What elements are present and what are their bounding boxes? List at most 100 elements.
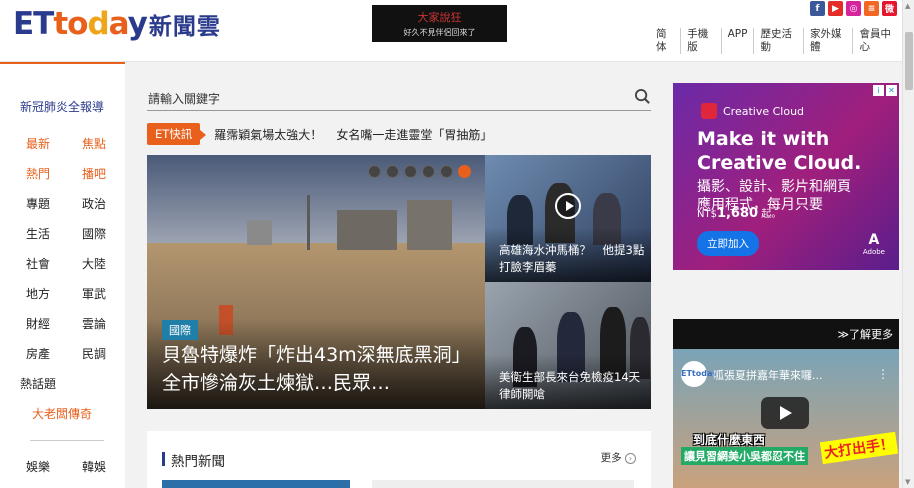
ad-close-icon[interactable]: ✕ [886, 85, 897, 96]
scroll-down-icon[interactable]: ▼ [905, 478, 910, 486]
slider-dots [368, 165, 471, 178]
hot-news-section: 熱門新聞 更多 › [147, 431, 651, 488]
site-logo[interactable]: ET today 新聞雲 [13, 4, 221, 44]
adobe-icon: A [868, 232, 880, 248]
flash-headline-1[interactable]: 羅霈穎氣場太強大！ [214, 126, 322, 143]
side-story-title[interactable]: 高雄海水沖馬桶？ 他提3點打臉李眉蓁 [499, 242, 649, 276]
ad-brand: Creative Cloud [701, 103, 804, 119]
nav-mobile[interactable]: 手機版 [681, 28, 722, 54]
header-ad-banner[interactable]: 大家說狂 好久不見伴侶回來了 [372, 5, 507, 42]
ad-info-icon[interactable]: i [873, 85, 884, 96]
adobe-label: Adobe [862, 248, 885, 256]
ad-headline: Make it with Creative Cloud. [697, 127, 861, 175]
sidebar-grid: 最新 焦點 熱門 播吧 專題 政治 生活 國際 社會 大陸 地方 軍武 財經 雲論 房產 民調 … [20, 128, 106, 488]
weibo-icon[interactable]: 微 [882, 1, 897, 16]
hot-news-thumbnail[interactable] [162, 480, 350, 488]
sidebar-item-latest[interactable]: 最新 [26, 135, 50, 152]
et-flash-news: ET快訊 羅霈穎氣場太強大！ 女名嘴一走進靈堂「胃抽筋」 [147, 123, 492, 145]
sidebar-item-china[interactable]: 大陸 [82, 255, 106, 272]
instagram-icon[interactable]: ◎ [846, 1, 861, 16]
slider-dot[interactable] [422, 165, 435, 178]
hero-image-silo [337, 210, 397, 250]
page-scrollbar[interactable]: ▲ ▼ [902, 0, 914, 488]
ad-headline-1: Make it with [697, 128, 830, 150]
sidebar-item-boss-legend[interactable]: 大老闆傳奇 [32, 398, 106, 428]
sidebar-item-politics[interactable]: 政治 [82, 195, 106, 212]
hero-story[interactable]: 國際 貝魯特爆炸「炸出43m深無底黑洞」 全市慘淪灰土煉獄…民眾… [147, 155, 485, 409]
slider-dot[interactable] [440, 165, 453, 178]
sidebar-item-entertainment[interactable]: 娛樂 [26, 458, 50, 475]
nav-app[interactable]: APP [722, 28, 755, 54]
ad-join-button[interactable]: 立即加入 [697, 231, 759, 256]
price-prefix: NT$ [697, 209, 717, 220]
more-label: 更多 [600, 452, 622, 464]
logo-et: ET [13, 6, 54, 42]
rss-icon[interactable]: ≡ [864, 1, 879, 16]
hero-image-building [247, 220, 272, 245]
adobe-logo: A Adobe [863, 232, 885, 256]
nav-outdoor-media[interactable]: 家外媒體 [804, 28, 854, 54]
sidebar-item-local[interactable]: 地方 [26, 285, 50, 302]
search-icon[interactable] [634, 88, 651, 105]
ad-price: NT$1,680 起。 [697, 205, 781, 221]
sidebar-item-finance[interactable]: 財經 [26, 315, 50, 332]
youtube-icon[interactable]: ▶ [828, 1, 843, 16]
more-options-icon[interactable]: ⋮ [877, 367, 889, 381]
play-video-icon[interactable] [555, 193, 581, 219]
side-story-2[interactable]: 美衛生部長來台免檢疫14天 律師開嗆 [485, 282, 651, 409]
sidebar-item-hot[interactable]: 熱門 [26, 165, 50, 182]
et-flash-tag: ET快訊 [147, 123, 207, 145]
sidebar-item-international[interactable]: 國際 [82, 225, 106, 242]
slider-dot[interactable] [404, 165, 417, 178]
slider-dot[interactable] [386, 165, 399, 178]
video-title[interactable]: 呱張夏拼嘉年華來囉... [713, 367, 823, 383]
video-more-link[interactable]: ≫了解更多 [837, 326, 893, 342]
channel-avatar[interactable]: ETtoday [681, 361, 717, 387]
hot-news-title: 熱門新聞 [171, 454, 225, 470]
side-story-title[interactable]: 美衛生部長來台免檢疫14天 律師開嗆 [499, 369, 651, 403]
hot-news-more-link[interactable]: 更多 › [601, 450, 636, 465]
creative-cloud-logo-icon [701, 103, 717, 119]
sidebar-item-opinion[interactable]: 雲論 [82, 315, 106, 332]
category-sidebar: 新冠肺炎全報導 最新 焦點 熱門 播吧 專題 政治 生活 國際 社會 大陸 地方 軍武 財經… [0, 62, 125, 488]
banner-line2: 好久不見伴侶回來了 [403, 28, 476, 37]
hero-title[interactable]: 貝魯特爆炸「炸出43m深無底黑洞」 全市慘淪灰土煉獄…民眾… [162, 341, 480, 397]
sidebar-divider [30, 440, 104, 441]
sidebar-item-korea-ent[interactable]: 韓娛 [82, 458, 106, 475]
hero-image-crane [307, 195, 310, 250]
ad-brand-name: Creative Cloud [723, 104, 805, 118]
sidebar-item-life[interactable]: 生活 [26, 225, 50, 242]
hot-news-thumbnail[interactable] [372, 480, 634, 488]
scroll-thumb[interactable] [905, 32, 913, 90]
search-input[interactable]: 請輸入關鍵字 [148, 92, 220, 106]
nav-events[interactable]: 歷史活動 [754, 28, 804, 54]
facebook-icon[interactable]: f [810, 1, 825, 16]
sidebar-item-property[interactable]: 房產 [26, 345, 50, 362]
sidebar-item-focus[interactable]: 焦點 [82, 135, 106, 152]
flash-headline-2[interactable]: 女名嘴一走進靈堂「胃抽筋」 [336, 126, 492, 143]
nav-member-center[interactable]: 會員中心 [853, 28, 902, 54]
sidebar-item-hot-topics[interactable]: 熱話題 [20, 368, 106, 398]
creative-cloud-ad[interactable]: i ✕ Creative Cloud Make it with Creative … [673, 83, 899, 270]
side-story-1[interactable]: 高雄海水沖馬桶？ 他提3點打臉李眉蓁 [485, 155, 651, 282]
sidebar-item-special[interactable]: 專題 [26, 195, 50, 212]
site-header: ET today 新聞雲 大家說狂 好久不見伴侶回來了 f ▶ ◎ ≡ 微 简体… [0, 0, 902, 62]
sidebar-item-society[interactable]: 社會 [26, 255, 50, 272]
sidebar-item-broadcast[interactable]: 播吧 [82, 165, 106, 182]
logo-today: today [53, 6, 148, 42]
video-caption-1: 到底什麼東西 [693, 433, 766, 447]
hero-image-ruins [407, 200, 452, 250]
sidebar-item-poll[interactable]: 民調 [82, 345, 106, 362]
sidebar-item-covid[interactable]: 新冠肺炎全報導 [20, 98, 104, 115]
logo-chinese: 新聞雲 [148, 14, 221, 40]
hero-category-badge[interactable]: 國際 [162, 320, 198, 340]
ad-headline-2: Creative Cloud. [697, 152, 862, 174]
nav-simplified[interactable]: 简体 [650, 28, 682, 54]
sidebar-item-military[interactable]: 軍武 [82, 285, 106, 302]
slider-dot[interactable] [368, 165, 381, 178]
slider-dot-active[interactable] [458, 165, 471, 178]
youtube-play-icon[interactable] [761, 397, 809, 429]
search-bar[interactable]: 請輸入關鍵字 [147, 85, 651, 111]
scroll-up-icon[interactable]: ▲ [905, 2, 910, 10]
video-widget[interactable]: ≫了解更多 ETtoday 呱張夏拼嘉年華來囉... ⋮ 到底什麼東西 讓見習網… [673, 319, 899, 488]
